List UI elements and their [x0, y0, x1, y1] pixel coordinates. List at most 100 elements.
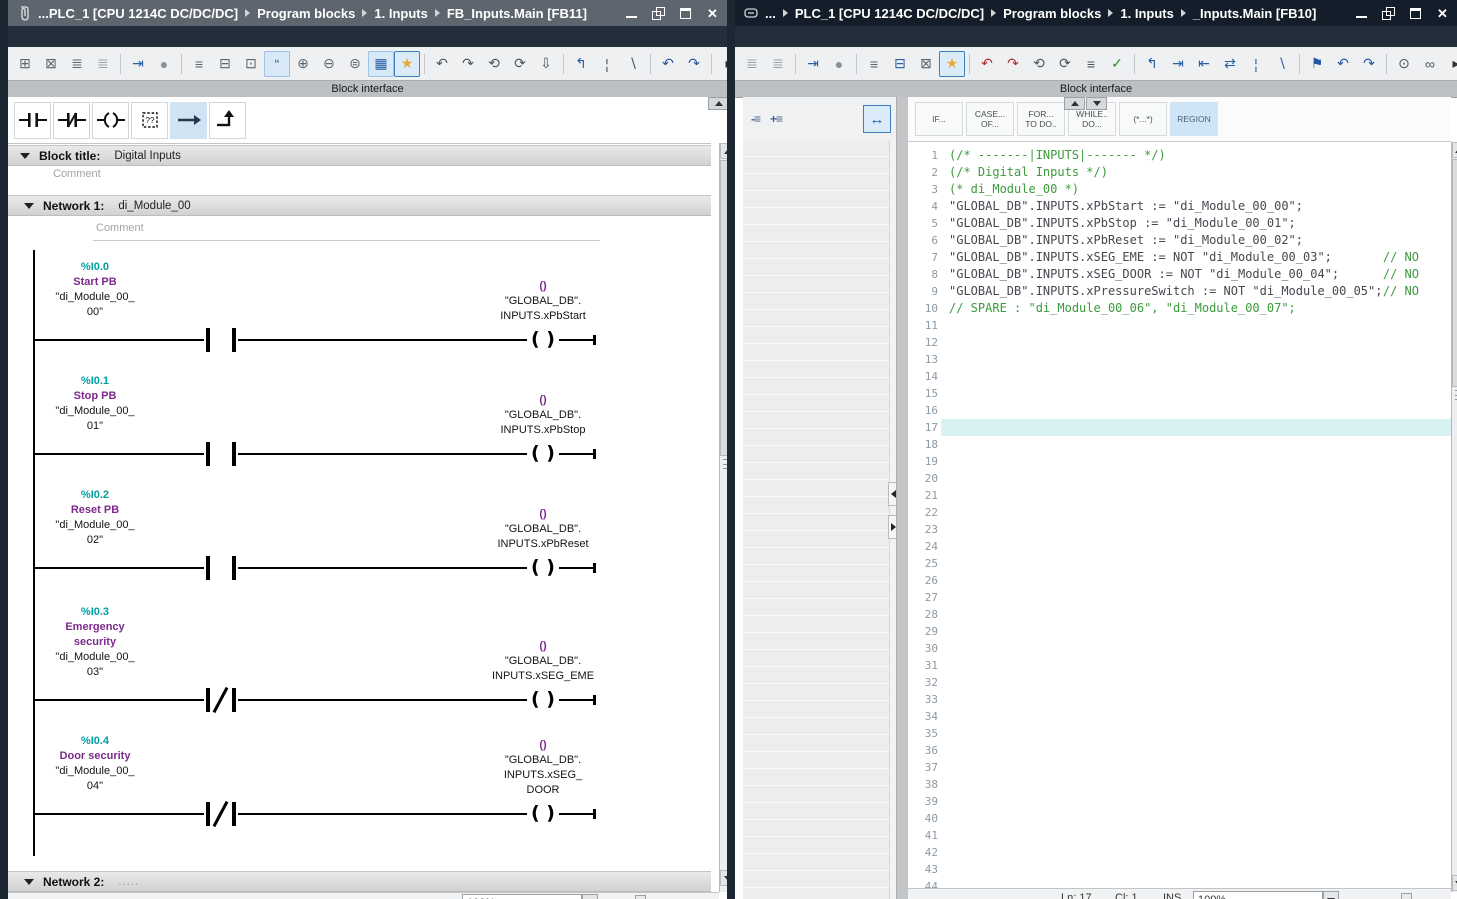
indent-icon[interactable]: ⇥ [1165, 51, 1191, 77]
go-to-previous-error-icon[interactable]: ↶ [429, 51, 455, 77]
zoom-select[interactable]: 100% [462, 894, 582, 899]
undo-icon[interactable]: ↶ [655, 51, 681, 77]
program-structure-icon[interactable]: ≡ [861, 51, 887, 77]
go-to-previous-error-icon[interactable]: ↶ [974, 51, 1000, 77]
scrollbar-thumb[interactable] [1452, 159, 1457, 387]
update-block-call-icon[interactable]: ⟲ [1026, 51, 1052, 77]
collapse-up-button[interactable] [1064, 97, 1085, 110]
no-contact[interactable] [204, 555, 238, 581]
go-to-next-error-icon[interactable]: ↷ [1000, 51, 1026, 77]
scrollbar-thumb[interactable] [720, 160, 727, 456]
operand-name[interactable]: 00" [35, 305, 155, 320]
zoom-dropdown-button[interactable] [1323, 891, 1339, 899]
mark-lines-icon[interactable]: ¦ [1243, 51, 1269, 77]
close-button[interactable]: ✕ [706, 7, 719, 20]
maximize-button[interactable] [679, 7, 692, 20]
operand-name[interactable]: "di_Module_00_ [35, 764, 155, 779]
scl-vertical-scrollbar[interactable] [1451, 142, 1457, 892]
block-title-bar[interactable]: Block title: Digital Inputs [8, 145, 711, 166]
block-interface-splitter[interactable]: Block interface [8, 81, 727, 98]
collapse-down-button[interactable] [1086, 97, 1107, 110]
redo-icon[interactable]: ↷ [1356, 51, 1382, 77]
operand-name[interactable]: INPUTS.xPbStart [483, 309, 603, 324]
output-coil[interactable] [527, 555, 559, 581]
block-interface-splitter[interactable]: Block interface [735, 81, 1457, 98]
more-commands-icon[interactable]: ▸ [1443, 51, 1457, 77]
snippet-if[interactable]: IF... [915, 102, 963, 136]
float-window-button[interactable] [1382, 7, 1395, 20]
snippet-comment[interactable]: (*...*) [1119, 102, 1167, 136]
nc-contact[interactable] [204, 687, 238, 713]
block-comment-placeholder[interactable]: Comment [53, 168, 101, 180]
bookmark-icon[interactable]: ⚑ [1304, 51, 1330, 77]
network-1-comment-placeholder[interactable]: Comment [96, 222, 144, 234]
float-window-button[interactable] [652, 7, 665, 20]
update-block-call-icon[interactable]: ⟲ [481, 51, 507, 77]
network-1-header[interactable]: Network 1: di_Module_00 [8, 195, 711, 216]
auto-format-icon[interactable]: ⇄ [1217, 51, 1243, 77]
breadcrumb-item[interactable]: PLC_1 [CPU 1214C DC/DC/DC] [795, 6, 984, 21]
breadcrumb-item[interactable]: ... [765, 6, 776, 21]
reset-start-values-icon[interactable]: ● [826, 51, 852, 77]
insert-separator-icon[interactable]: ¦ [594, 51, 620, 77]
block-title-value[interactable]: Digital Inputs [114, 150, 180, 162]
output-coil[interactable] [527, 327, 559, 353]
insert-block-icon[interactable]: ⊟ [887, 51, 913, 77]
network-1-title[interactable]: di_Module_00 [118, 200, 190, 212]
contact-operand-label[interactable]: %I0.2Reset PB"di_Module_00_02" [35, 488, 155, 548]
breadcrumb-item[interactable]: FB_Inputs.Main [FB11] [447, 6, 587, 21]
no-contact[interactable] [204, 327, 238, 353]
add-row-icon[interactable]: ≣ [765, 51, 791, 77]
zoom-dropdown-button[interactable] [582, 894, 598, 899]
empty-box-icon[interactable]: ?? [131, 102, 168, 139]
open-branch-icon[interactable] [170, 102, 207, 139]
operand-name[interactable]: 02" [35, 533, 155, 548]
refresh-interface-icon[interactable]: ⟳ [507, 51, 533, 77]
operand-name[interactable]: DOOR [483, 783, 603, 798]
lad-vertical-scrollbar[interactable] [719, 143, 727, 892]
collapse-up-button[interactable] [708, 97, 727, 110]
absolute-operands-toggle-icon[interactable]: ▦ [368, 51, 394, 77]
output-coil[interactable] [527, 801, 559, 827]
expand-all-regions-icon[interactable]: +≡ [770, 112, 782, 126]
reset-start-values-icon[interactable]: ● [151, 51, 177, 77]
contact-operand-label[interactable]: %I0.1Stop PB"di_Module_00_01" [35, 374, 155, 434]
minimize-button[interactable] [1355, 7, 1368, 20]
remove-separator-icon[interactable]: ∖ [620, 51, 646, 77]
program-structure-icon[interactable]: ≡ [186, 51, 212, 77]
operand-name[interactable]: "GLOBAL_DB". [483, 654, 603, 669]
breadcrumb-item[interactable]: 1. Inputs [1120, 6, 1173, 21]
coil-icon[interactable] [92, 102, 129, 139]
contact-operand-label[interactable]: %I0.4Door security"di_Module_00_04" [35, 734, 155, 794]
scroll-down-button[interactable] [1452, 875, 1457, 891]
consistency-check-icon[interactable]: ✓ [1104, 51, 1130, 77]
snippet-region[interactable]: REGION [1170, 102, 1218, 136]
breadcrumb-item[interactable]: 1. Inputs [374, 6, 427, 21]
zoom-select[interactable]: 100% [1193, 891, 1323, 899]
split-editor-icon[interactable]: ↔ [863, 105, 891, 133]
find-replace-icon[interactable]: ⊙ [1391, 51, 1417, 77]
snippet-case[interactable]: CASE...OF... [966, 102, 1014, 136]
operand-name[interactable]: "GLOBAL_DB". [483, 753, 603, 768]
goto-related-icon[interactable]: ↰ [568, 51, 594, 77]
operand-name[interactable]: 01" [35, 419, 155, 434]
network-2-title[interactable]: ..... [118, 876, 139, 888]
more-commands-icon[interactable]: ▸ [716, 51, 727, 77]
insert-row-icon[interactable]: ≣ [739, 51, 765, 77]
compile-icon[interactable]: ⇩ [533, 51, 559, 77]
insert-network-icon[interactable]: ⊞ [12, 51, 38, 77]
nc-contact[interactable] [204, 801, 238, 827]
scl-code-editor[interactable]: 1(/* -------|INPUTS|------- */)2(/* Digi… [908, 142, 1451, 888]
insert-line-icon[interactable]: ⇥ [800, 51, 826, 77]
close-branch-icon[interactable] [209, 102, 246, 139]
operand-name[interactable]: 03" [35, 665, 155, 680]
operand-name[interactable]: INPUTS.xPbReset [483, 537, 603, 552]
network-2-header[interactable]: Network 2: ..... [8, 871, 711, 892]
operand-name[interactable]: INPUTS.xSEG_ [483, 768, 603, 783]
scroll-up-button[interactable] [720, 143, 727, 159]
favorites-toggle-icon[interactable]: ★ [939, 51, 965, 77]
output-coil[interactable] [527, 687, 559, 713]
comment-out-icon[interactable]: ∖ [1269, 51, 1295, 77]
output-coil[interactable] [527, 441, 559, 467]
breadcrumb-item[interactable]: Program blocks [1003, 6, 1101, 21]
